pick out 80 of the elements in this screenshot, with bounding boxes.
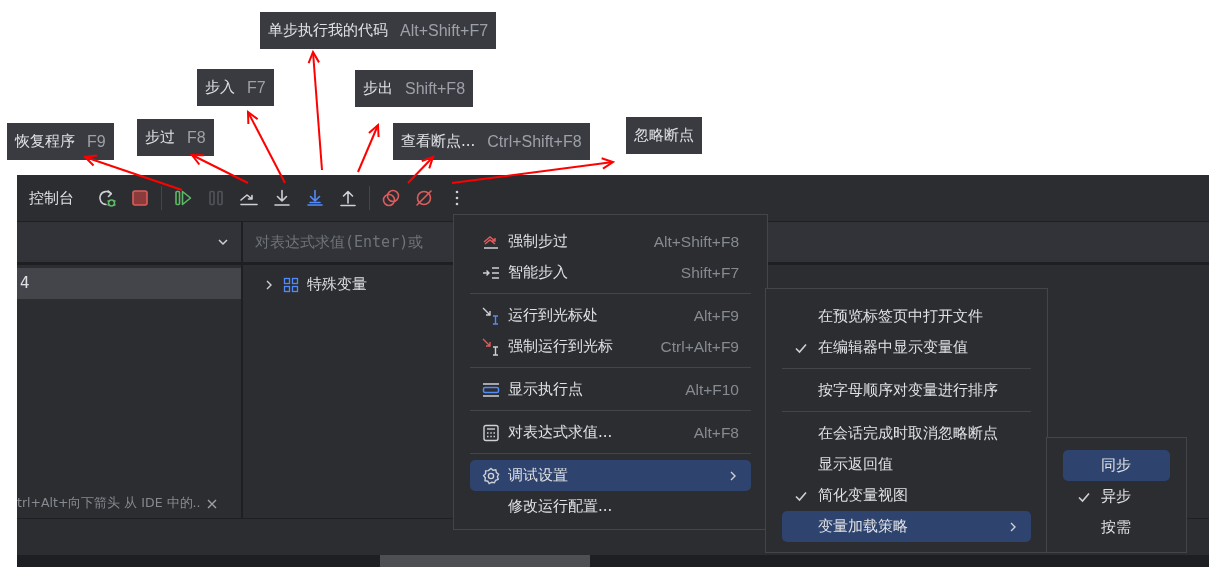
menu-item-label: 变量加载策略 [818, 517, 908, 536]
menu-item[interactable]: 显示执行点 Alt+F10 [470, 374, 751, 405]
menu-item[interactable]: 运行到光标处 Alt+F9 [470, 300, 751, 331]
menu-item[interactable]: 强制步过 Alt+Shift+F8 [470, 226, 751, 257]
menu-item-label: 修改运行配置... [508, 497, 613, 516]
resume-icon [173, 188, 193, 208]
menu-item-label: 在编辑器中显示变量值 [818, 338, 968, 357]
menu-item-shortcut: Alt+Shift+F8 [653, 232, 739, 251]
more-icon [455, 190, 459, 206]
menu-item[interactable]: 变量加载策略 [782, 511, 1031, 542]
menu-item-label: 强制步过 [508, 232, 568, 251]
tooltip-shortcut: Alt+Shift+F7 [400, 21, 489, 40]
chevron-down-icon [217, 236, 229, 248]
tree-node[interactable]: 特殊变量 [263, 275, 367, 294]
menu-item[interactable]: 强制运行到光标 Ctrl+Alt+F9 [470, 331, 751, 362]
run-to-cursor-icon [482, 337, 500, 356]
menu-item-label: 同步 [1101, 456, 1131, 475]
menu-item-shortcut: Alt+F10 [685, 380, 739, 399]
menu-item-label: 按需 [1101, 518, 1131, 537]
pause-icon [206, 188, 226, 208]
tooltip-shortcut: F9 [87, 132, 106, 151]
menu-item-shortcut: Ctrl+Alt+F9 [660, 337, 739, 356]
tooltip-label: 恢复程序 [15, 132, 75, 151]
menu-item-label: 按字母顺序对变量进行排序 [818, 381, 998, 400]
stop-icon [130, 188, 150, 208]
execution-point-icon [482, 380, 500, 399]
menu-item[interactable]: 在会话完成时取消忽略断点 [782, 418, 1031, 449]
menu-item[interactable]: 简化变量视图 [782, 480, 1031, 511]
menu-item-label: 显示执行点 [508, 380, 583, 399]
menu-item[interactable]: 同步 [1063, 450, 1170, 481]
tooltip-shortcut: F7 [247, 78, 266, 97]
console-tab[interactable]: 控制台 [29, 188, 74, 208]
refresh-bug-icon [97, 188, 117, 208]
menu-item-shortcut: Alt+F9 [693, 306, 739, 325]
menu-item[interactable]: 按需 [1063, 512, 1170, 543]
menu-item-label: 运行到光标处 [508, 306, 598, 325]
tree-label: 特殊变量 [307, 275, 367, 294]
menu-item-label: 在会话完成时取消忽略断点 [818, 424, 998, 443]
annotation-arrow [407, 155, 435, 184]
menu-item-shortcut: Alt+F8 [693, 423, 739, 442]
menu-item-label: 强制运行到光标 [508, 337, 613, 356]
menu-item-label: 调试设置 [508, 466, 568, 485]
menu-item[interactable]: 对表达式求值... Alt+F8 [470, 417, 751, 448]
menu-item-label: 智能步入 [508, 263, 568, 282]
menu-item[interactable]: 在预览标签页中打开文件 [782, 301, 1031, 332]
close-icon[interactable] [206, 497, 219, 510]
menu-item-shortcut: Shift+F7 [680, 263, 739, 282]
menu-item-label: 异步 [1101, 487, 1131, 506]
run-to-cursor-icon [482, 306, 500, 325]
menu-item-label: 在预览标签页中打开文件 [818, 307, 983, 326]
menu-item-label: 简化变量视图 [818, 486, 908, 505]
menu-item[interactable]: 调试设置 [470, 460, 751, 491]
tooltip-shortcut: Ctrl+Shift+F8 [487, 132, 582, 151]
tooltip-label: 单步执行我的代码 [268, 21, 388, 40]
grid-icon [283, 276, 299, 293]
step-out-icon [338, 188, 358, 208]
frame-row[interactable]: 4 [17, 268, 241, 299]
step-into-icon [305, 188, 325, 208]
tooltip-label: 步出 [363, 79, 393, 98]
menu-item[interactable]: 按字母顺序对变量进行排序 [782, 375, 1031, 406]
menu-item[interactable]: 显示返回值 [782, 449, 1031, 480]
calculator-icon [482, 423, 500, 442]
tooltip-shortcut: Shift+F8 [405, 79, 466, 98]
hint-text: trl+Alt+向下箭头 从 IDE 中的.. [17, 495, 201, 512]
tooltip-label: 忽略断点 [634, 126, 694, 145]
tooltip-label: 查看断点... [401, 132, 476, 151]
gear-icon [482, 466, 500, 485]
step-into-icon [272, 188, 292, 208]
menu-item[interactable]: 修改运行配置... [470, 491, 751, 522]
menu-item[interactable]: 异步 [1063, 481, 1170, 512]
tooltip-label: 步过 [145, 128, 175, 147]
scrollbar-thumb[interactable] [380, 555, 590, 567]
annotation-arrow [357, 122, 380, 173]
menu-item-label: 对表达式求值... [508, 423, 613, 442]
tooltip-shortcut: F8 [187, 128, 206, 147]
breakpoints-icon [381, 188, 401, 208]
menu-item-label: 显示返回值 [818, 455, 893, 474]
tooltip-label: 步入 [205, 78, 235, 97]
menu-item[interactable]: 在编辑器中显示变量值 [782, 332, 1031, 363]
mute-breakpoints-icon [414, 188, 434, 208]
